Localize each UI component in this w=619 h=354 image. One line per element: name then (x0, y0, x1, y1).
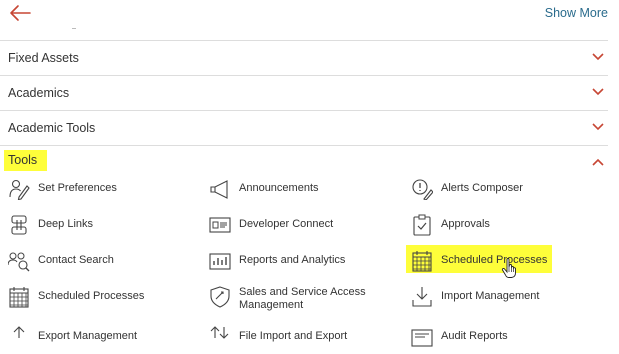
section-academic-tools[interactable]: Academic Tools (0, 110, 608, 145)
tool-label: File Import and Export (239, 330, 348, 342)
tool-label: Sales and Service Access Management (239, 286, 366, 311)
shield-icon (210, 286, 230, 308)
calendar-icon (412, 251, 432, 272)
tool-label: Set Preferences (38, 182, 117, 194)
section-fixed-assets[interactable]: Fixed Assets (0, 40, 608, 75)
tool-label: Audit Reports (441, 330, 508, 342)
contact-search-icon (8, 252, 30, 272)
tool-label: Export Management (38, 330, 138, 342)
hand-pointer-cursor-icon (501, 258, 516, 278)
divider (72, 28, 76, 29)
developer-connect-icon (209, 217, 231, 233)
tool-label: Reports and Analytics (239, 254, 346, 266)
deep-links-icon (11, 215, 27, 235)
export-icon (13, 326, 25, 338)
chevron-down-icon[interactable] (592, 123, 604, 131)
section-academics[interactable]: Academics (0, 75, 608, 110)
tool-label: Alerts Composer (441, 182, 523, 194)
section-label: Fixed Assets (8, 51, 79, 65)
megaphone-icon (210, 180, 228, 199)
chevron-up-icon[interactable] (592, 158, 604, 166)
tool-label: Scheduled Processes (38, 290, 145, 302)
section-label: Academics (8, 86, 70, 100)
show-more-link[interactable]: Show More (545, 6, 608, 20)
tool-label: Approvals (441, 218, 490, 230)
back-arrow-icon[interactable] (8, 4, 32, 22)
report-chart-icon (209, 253, 231, 270)
tool-label: Developer Connect (239, 218, 334, 230)
calendar-icon (9, 287, 29, 308)
tool-label: Contact Search (38, 254, 114, 266)
chevron-down-icon[interactable] (592, 53, 604, 61)
chevron-down-icon[interactable] (592, 88, 604, 96)
import-tray-icon (412, 287, 432, 307)
section-label: Academic Tools (8, 121, 96, 135)
alert-composer-icon (412, 179, 433, 200)
section-label-tools[interactable]: Tools (4, 150, 47, 171)
tool-label: Announcements (239, 182, 319, 194)
tool-label: Scheduled Processes (441, 254, 548, 266)
top-bar: Show More (0, 0, 619, 34)
tool-label: Deep Links (38, 218, 94, 230)
tool-sales-and-service-access-management[interactable]: Sales and Service Access Management (209, 284, 399, 314)
section-tools[interactable] (0, 145, 608, 180)
clipboard-check-icon (413, 214, 431, 236)
user-pen-icon (9, 179, 30, 200)
file-transfer-icon (210, 326, 229, 339)
audit-report-icon (411, 329, 433, 347)
tool-label: Import Management (441, 290, 540, 302)
